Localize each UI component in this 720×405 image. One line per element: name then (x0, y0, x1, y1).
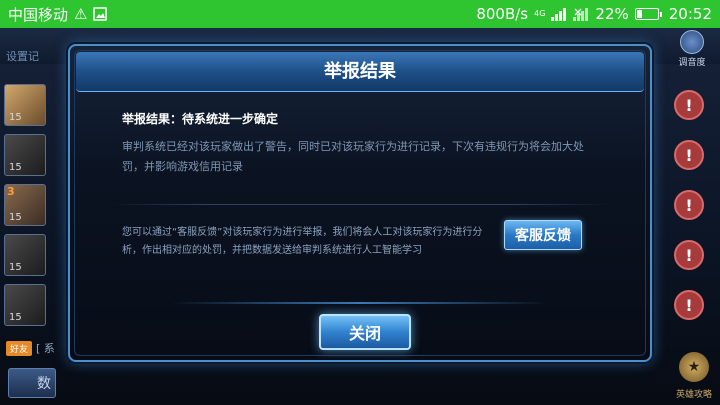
dialog-header: 举报结果 (76, 52, 644, 92)
report-result-status: 举报结果：待系统进一步确定 (122, 112, 279, 126)
clock: 20:52 (668, 5, 712, 23)
customer-feedback-button[interactable]: 客服反馈 (504, 220, 582, 250)
report-warning-list: ! ! ! ! ! (674, 90, 706, 340)
background-top-left-label: 设置记 (6, 50, 39, 63)
player-avatar-list: 15 15 3 15 15 15 (4, 84, 48, 334)
hero-guide-emblem-icon: ★ (679, 352, 709, 382)
background-top-right-label: 调音度 (678, 58, 706, 68)
dialog-glow-divider (170, 302, 550, 304)
battery-percent: 22% (595, 5, 629, 23)
warning-icon: ! (674, 190, 704, 220)
warning-icon: ⚠ (74, 5, 88, 23)
player-avatar: 15 (4, 84, 46, 126)
avatar-level: 15 (9, 212, 22, 223)
warning-icon: ! (674, 240, 704, 270)
warning-icon: ! (674, 140, 704, 170)
warning-icon: ! (674, 90, 704, 120)
report-result-dialog: 举报结果 举报结果：待系统进一步确定 审判系统已经对该玩家做出了警告，同时已对该… (68, 44, 652, 362)
dialog-body: 举报结果：待系统进一步确定 审判系统已经对该玩家做出了警告，同时已对该玩家行为进… (122, 110, 602, 177)
no-signal-icon (573, 7, 589, 21)
avatar-level: 15 (9, 112, 22, 123)
image-icon (93, 7, 108, 21)
player-avatar: 3 15 (4, 184, 46, 226)
background-chat-text: [ 系 (36, 342, 55, 355)
carrier-name: 中国移动 (8, 5, 69, 24)
dialog-divider (110, 204, 610, 205)
network-speed: 800B/s (476, 5, 529, 23)
dialog-title: 举报结果 (324, 61, 396, 82)
battery-icon (634, 8, 662, 20)
background-chat-line: 好友 [ 系 (6, 340, 55, 356)
background-data-button: 数 (8, 368, 56, 398)
network-type-label: 4G (534, 9, 546, 18)
background-data-button-label: 数 (37, 376, 51, 392)
signal-icon (551, 7, 567, 21)
hero-guide-button: ★ 英雄攻略 (672, 352, 716, 401)
player-avatar: 15 (4, 284, 46, 326)
avatar-badge: 3 (7, 185, 15, 198)
avatar-level: 15 (9, 312, 22, 323)
close-button[interactable]: 关闭 (319, 314, 411, 350)
avatar-level: 15 (9, 162, 22, 173)
settings-circle-icon (680, 30, 704, 54)
avatar-level: 15 (9, 262, 22, 273)
player-avatar: 15 (4, 134, 46, 176)
hero-guide-label: 英雄攻略 (675, 390, 712, 400)
report-result-description: 审判系统已经对该玩家做出了警告，同时已对该玩家行为进行记录，下次有违规行为将会加… (122, 140, 584, 173)
player-avatar: 15 (4, 234, 46, 276)
warning-icon: ! (674, 290, 704, 320)
friend-tag: 好友 (6, 340, 33, 356)
background-top-right-button: 调音度 (674, 30, 710, 68)
feedback-explanation: 您可以通过“客服反馈”对该玩家行为进行举报，我们将会人工对该玩家行为进行分析，作… (122, 227, 483, 256)
status-bar: 中国移动 ⚠ 800B/s 4G 22% 20:52 (0, 0, 720, 28)
